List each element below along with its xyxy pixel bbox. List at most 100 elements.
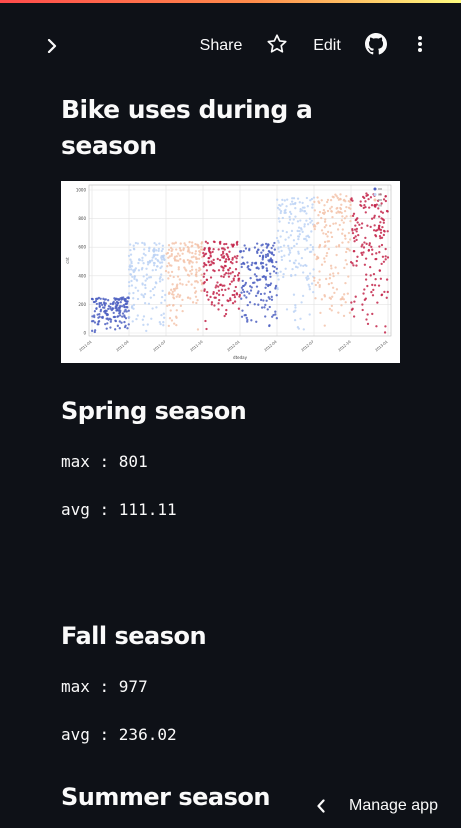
data-point [151, 307, 154, 310]
data-point [373, 224, 376, 227]
data-point [128, 284, 131, 288]
data-point [308, 217, 312, 220]
manage-app-button[interactable]: Manage app [306, 786, 456, 826]
legend-marker [373, 204, 377, 207]
data-point [158, 321, 161, 324]
main-menu-button[interactable] [409, 35, 431, 57]
data-point [377, 226, 381, 229]
chart-svg: 0 200 400 600 800 1000 2011-01 2011-04 2011-07 20… [65, 184, 392, 360]
data-point [268, 324, 271, 328]
data-point [297, 250, 300, 253]
data-point [382, 219, 385, 222]
data-point [364, 257, 368, 260]
data-point [195, 257, 198, 261]
data-point [132, 269, 135, 272]
data-point [283, 199, 286, 202]
data-point [298, 201, 301, 204]
data-point [294, 265, 298, 268]
data-point [295, 242, 298, 246]
data-point [153, 241, 156, 245]
data-point [200, 289, 203, 292]
data-point [339, 197, 342, 201]
data-point [202, 251, 205, 255]
data-point [132, 291, 135, 295]
data-point [380, 243, 384, 247]
data-point [106, 312, 109, 316]
data-point [97, 320, 100, 324]
data-point [363, 298, 366, 301]
data-point [217, 289, 221, 292]
share-button[interactable]: Share [195, 34, 247, 58]
data-point [328, 224, 332, 228]
sidebar-toggle-button[interactable] [41, 37, 63, 59]
data-point [127, 309, 130, 312]
data-point [370, 290, 373, 294]
data-point [151, 256, 154, 259]
data-point [323, 257, 326, 260]
data-point [275, 317, 278, 320]
data-point [223, 260, 227, 263]
data-point [320, 298, 324, 301]
data-point [244, 247, 248, 250]
data-point [163, 258, 166, 261]
data-point [167, 256, 170, 259]
data-point [276, 198, 279, 201]
data-point [363, 288, 366, 291]
data-point [194, 295, 198, 298]
data-point [223, 248, 226, 251]
data-point [253, 281, 256, 284]
data-point [285, 308, 289, 311]
data-point [228, 283, 232, 286]
data-point [357, 233, 360, 237]
data-point [285, 205, 288, 208]
data-point [287, 236, 290, 239]
data-point [150, 317, 153, 320]
data-point [141, 259, 144, 262]
data-point [246, 320, 249, 323]
data-point [275, 236, 279, 240]
data-point [223, 242, 226, 246]
data-point [284, 267, 287, 270]
data-point [363, 196, 366, 200]
data-point [143, 292, 147, 296]
data-point [119, 301, 122, 304]
legend-label [378, 204, 382, 207]
data-point [150, 259, 154, 262]
data-point [322, 212, 326, 215]
edit-button[interactable]: Edit [307, 34, 347, 58]
data-point [255, 285, 259, 288]
data-point [253, 303, 256, 306]
data-point [109, 326, 112, 329]
data-point [330, 205, 333, 208]
data-point [379, 231, 383, 234]
data-point [300, 256, 304, 260]
favorite-button[interactable] [264, 33, 290, 59]
data-point [275, 294, 278, 297]
data-point [380, 262, 383, 266]
data-point [134, 267, 138, 270]
data-point [371, 294, 375, 297]
data-point [114, 328, 117, 331]
data-point [351, 229, 354, 232]
page-title: Bike uses during a season [61, 95, 313, 160]
data-point [157, 247, 161, 251]
data-point [193, 286, 196, 289]
data-point [165, 252, 168, 255]
data-point [343, 217, 347, 220]
data-point [225, 308, 228, 312]
data-point [226, 299, 229, 302]
data-point [259, 298, 263, 302]
data-point [230, 280, 233, 283]
data-point [341, 232, 344, 235]
data-point [205, 278, 209, 282]
x-tick-label: 2011-04 [116, 339, 131, 352]
data-point [120, 305, 124, 308]
data-point [161, 289, 164, 292]
data-point [362, 206, 365, 210]
data-point [226, 254, 229, 257]
data-point [202, 275, 205, 278]
data-point [281, 216, 284, 220]
github-button[interactable] [363, 32, 389, 59]
data-point [242, 290, 246, 294]
data-point [294, 306, 297, 309]
